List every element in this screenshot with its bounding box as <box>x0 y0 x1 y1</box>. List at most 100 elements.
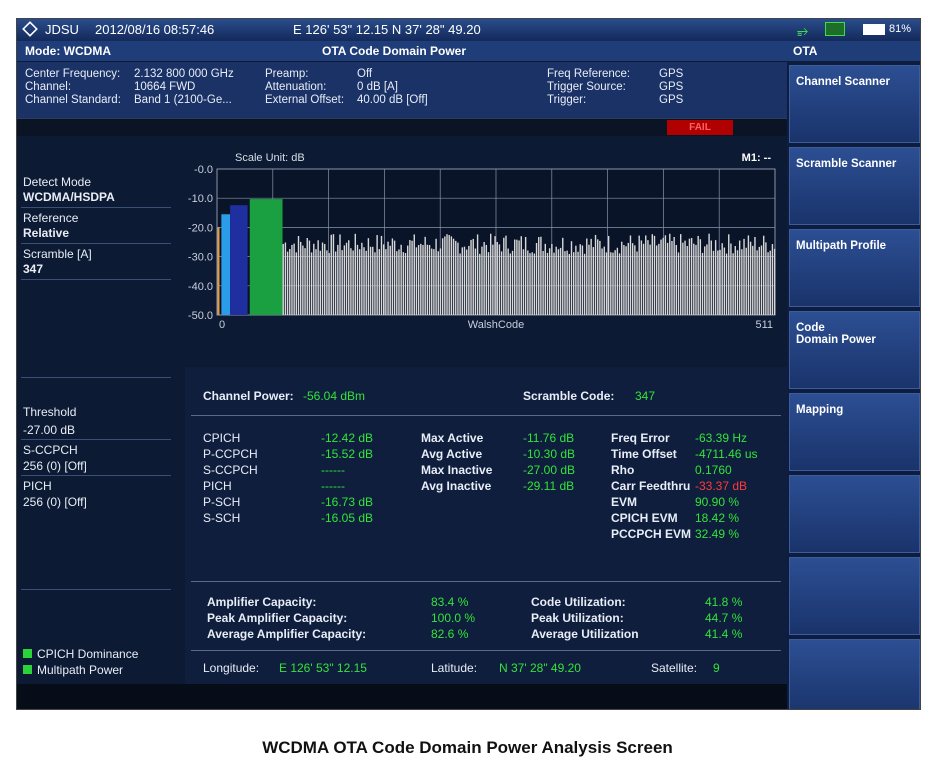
satellite-icon: ⥵ <box>797 22 809 38</box>
noise-bar <box>348 240 350 315</box>
noise-bar <box>487 252 490 315</box>
noise-bar <box>505 235 507 315</box>
noise-bar <box>553 252 555 315</box>
divider <box>191 581 781 582</box>
noise-bar <box>669 233 671 315</box>
softkey-code-domain-power[interactable]: Code Domain Power <box>789 311 920 389</box>
noise-bar <box>483 241 485 315</box>
error-name: EVM <box>611 495 638 509</box>
pich-label: PICH <box>23 479 52 493</box>
noise-bar <box>428 244 431 315</box>
noise-bar <box>706 244 708 315</box>
noise-bar <box>404 252 407 315</box>
info-value: GPS <box>659 94 684 106</box>
channel-value: -16.05 dB <box>321 511 374 525</box>
threshold-value: -27.00 dB <box>23 423 76 437</box>
channel-name: P-CCPCH <box>203 447 258 461</box>
noise-bar <box>636 251 638 315</box>
noise-bar <box>450 236 453 315</box>
noise-bar <box>527 250 529 315</box>
noise-bar <box>679 234 682 315</box>
softkey-empty-7[interactable] <box>789 639 920 709</box>
noise-bar <box>520 236 522 315</box>
noise-bar <box>664 235 667 315</box>
detect-mode-value: WCDMA/HSDPA <box>23 190 115 204</box>
legend-multipath-power[interactable]: Multipath Power <box>23 663 123 677</box>
noise-bar <box>492 244 494 315</box>
noise-bar <box>579 244 581 315</box>
noise-bar <box>284 242 287 315</box>
noise-bar <box>498 244 501 315</box>
noise-bar <box>771 244 774 315</box>
info-value: 2.132 800 000 GHz <box>134 68 234 80</box>
noise-bar <box>717 250 719 315</box>
noise-bar <box>354 233 356 315</box>
error-name: Carr Feedthru <box>611 479 691 493</box>
noise-bar <box>548 248 551 315</box>
noise-bar <box>666 242 669 315</box>
softkey-empty-6[interactable] <box>789 557 920 635</box>
noise-bar <box>332 234 335 315</box>
scramble-label: Scramble [A] <box>23 247 92 261</box>
softkey-empty-5[interactable] <box>789 475 920 553</box>
noise-bar <box>752 245 754 315</box>
noise-bar <box>372 246 374 315</box>
channel-name: S-CCPCH <box>203 463 258 477</box>
info-label: External Offset: <box>265 94 345 106</box>
channel-value: -12.42 dB <box>321 431 374 445</box>
noise-bar <box>592 247 595 315</box>
brand-label: JDSU <box>45 22 79 37</box>
noise-bar <box>544 243 546 315</box>
noise-bar <box>387 241 389 315</box>
noise-bar <box>522 249 525 315</box>
bar-p-ccpch <box>221 214 231 315</box>
noise-bar <box>583 253 586 315</box>
softkey-multipath-profile[interactable]: Multipath Profile <box>789 229 920 307</box>
noise-bar <box>396 251 398 315</box>
noise-bar <box>566 250 568 315</box>
noise-bar <box>581 245 584 315</box>
softkey-panel: OTA Channel Scanner Scramble Scanner Multi… <box>787 41 920 709</box>
error-value: -33.37 dB <box>695 479 748 493</box>
noise-bar <box>282 243 284 315</box>
noise-bar <box>339 234 341 315</box>
softkey-channel-scanner[interactable]: Channel Scanner <box>789 65 920 143</box>
noise-bar <box>671 240 673 315</box>
capacity-label: Peak Amplifier Capacity: <box>207 611 348 625</box>
chart-title: Scale Unit: dB <box>235 152 305 164</box>
noise-bar <box>736 250 739 315</box>
noise-bar <box>625 246 627 315</box>
softkey-scramble-scanner[interactable]: Scramble Scanner <box>789 147 920 225</box>
noise-bar <box>426 244 429 315</box>
noise-bar <box>356 244 359 315</box>
noise-bar <box>518 240 520 315</box>
info-values-1: 2.132 800 000 GHz 10664 FWD Band 1 (2100… <box>134 68 234 107</box>
utilization-label: Peak Utilization: <box>531 611 624 625</box>
noise-bar <box>365 250 367 315</box>
noise-bar <box>542 250 544 315</box>
noise-bar <box>374 252 376 315</box>
noise-bar <box>708 233 710 315</box>
noise-bar <box>496 241 498 315</box>
detect-mode-label: Detect Mode <box>23 175 92 189</box>
sch-bar <box>217 227 220 315</box>
y-tick-label: -30.0 <box>188 252 213 264</box>
legend-cpich-dominance[interactable]: CPICH Dominance <box>23 647 138 661</box>
ota-tab[interactable]: OTA <box>787 41 920 61</box>
noise-bar <box>730 243 732 315</box>
noise-bar <box>299 241 302 315</box>
noise-bar <box>465 249 468 315</box>
noise-bar <box>494 236 496 315</box>
softkey-mapping[interactable]: Mapping <box>789 393 920 471</box>
utilization-value: 41.4 % <box>705 627 743 641</box>
error-value: 32.49 % <box>695 527 740 541</box>
noise-bar <box>640 240 643 315</box>
error-value: 0.1760 <box>695 463 732 477</box>
noise-bar <box>616 247 619 315</box>
noise-bar <box>655 245 658 315</box>
noise-bar <box>586 238 588 315</box>
scramble-code-label: Scramble Code: <box>523 389 615 403</box>
noise-bar <box>479 253 481 315</box>
mode-header: Mode: WCDMA OTA Code Domain Power <box>17 41 787 61</box>
noise-bar <box>642 243 645 315</box>
